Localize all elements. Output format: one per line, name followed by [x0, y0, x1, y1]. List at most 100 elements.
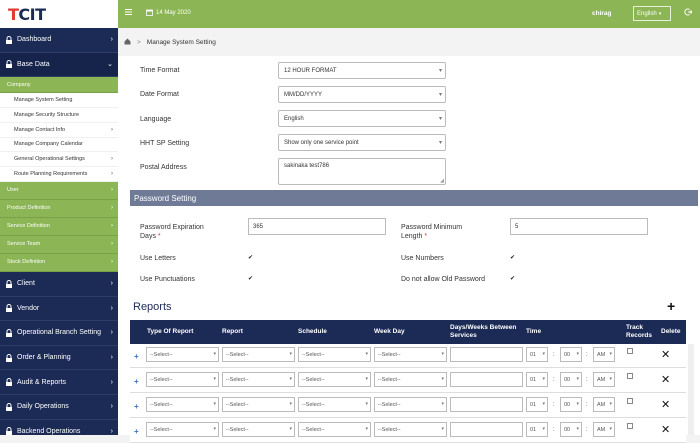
days-between-input[interactable] [450, 347, 523, 362]
sidebar-item-audit-reports[interactable]: Audit & Reports › [0, 370, 118, 395]
chevron-down-icon: ▾ [213, 376, 216, 382]
date-format-label: Date Format [140, 91, 179, 98]
sidebar-item-label: Vendor [17, 304, 40, 312]
chevron-down-icon: ▾ [542, 376, 545, 382]
sidebar-item-user[interactable]: User › [0, 181, 118, 200]
sidebar-item-label: Company [7, 81, 31, 88]
sidebar-subitem-route-planning-requirements[interactable]: Route Planning Requirements › [0, 167, 118, 182]
chevron-down-icon: ▾ [438, 116, 442, 122]
sidebar-item-base-data[interactable]: Base Data ⌄ [0, 52, 118, 78]
type-of-report-select[interactable]: --Select-- ▾ [146, 372, 219, 387]
sidebar-subitem-manage-company-calendar[interactable]: Manage Company Calendar [0, 137, 118, 153]
language-select[interactable]: English ▾ [633, 6, 671, 21]
minute-select[interactable]: 00 ▾ [560, 397, 582, 412]
days-between-input[interactable] [450, 397, 523, 412]
type-of-report-select[interactable]: --Select-- ▾ [146, 397, 219, 412]
schedule-select[interactable]: --Select-- ▾ [298, 372, 371, 387]
use-numbers-checkbox[interactable]: ✔ [510, 255, 516, 261]
delete-row-icon[interactable]: ✕ [661, 348, 670, 361]
ampm-select[interactable]: AM ▾ [593, 347, 615, 362]
ampm-value: AM [597, 426, 606, 433]
sidebar-subitem-manage-contact-info[interactable]: Manage Contact Info › [0, 122, 118, 138]
chevron-right-icon: › [110, 378, 113, 386]
language-field-select[interactable]: English ▾ [278, 110, 446, 127]
track-records-checkbox[interactable] [627, 348, 633, 354]
hht-sp-select[interactable]: Show only one service point ▾ [278, 134, 446, 151]
ampm-select[interactable]: AM ▾ [593, 397, 615, 412]
minute-select[interactable]: 00 ▾ [560, 347, 582, 362]
report-select[interactable]: --Select-- ▾ [222, 372, 295, 387]
home-icon[interactable] [124, 38, 131, 47]
resize-handle-icon[interactable]: ◢ [440, 178, 444, 184]
days-between-input[interactable] [450, 372, 523, 387]
schedule-select[interactable]: --Select-- ▾ [298, 397, 371, 412]
delete-row-icon[interactable]: ✕ [661, 373, 670, 386]
time-separator: : [586, 352, 588, 358]
time-separator: : [553, 377, 555, 383]
chevron-down-icon: ▾ [289, 426, 292, 432]
sidebar-item-dashboard[interactable]: Dashboard › [0, 28, 118, 53]
logout-icon[interactable] [684, 8, 693, 18]
ampm-value: AM [597, 376, 606, 383]
track-records-checkbox[interactable] [627, 373, 633, 379]
date-format-select[interactable]: MM/DD/YYYY ▾ [278, 86, 446, 103]
postal-address-textarea[interactable]: sakinaka test786 ◢ [278, 158, 446, 185]
time-separator: : [553, 427, 555, 433]
delete-row-icon[interactable]: ✕ [661, 423, 670, 436]
sidebar-item-client[interactable]: Client › [0, 272, 118, 297]
sidebar-item-service-definition[interactable]: Service Definition › [0, 217, 118, 236]
report-select[interactable]: --Select-- ▾ [222, 347, 295, 362]
type-of-report-select[interactable]: --Select-- ▾ [146, 347, 219, 362]
add-row-icon[interactable]: + [134, 377, 139, 386]
time-format-select[interactable]: 12 HOUR FORMAT ▾ [278, 62, 446, 79]
brand-logo[interactable]: TCIT [0, 0, 118, 28]
chevron-down-icon: ▾ [438, 92, 442, 98]
menu-toggle-icon[interactable] [125, 9, 132, 15]
sidebar-item-company[interactable]: Company [0, 77, 118, 94]
ampm-select[interactable]: AM ▾ [593, 372, 615, 387]
col-delete: Delete [661, 328, 681, 335]
no-old-password-checkbox[interactable]: ✔ [510, 276, 516, 282]
chevron-down-icon: ▾ [289, 351, 292, 357]
add-report-button[interactable]: + [667, 298, 675, 314]
chevron-down-icon: ▾ [365, 401, 368, 407]
chevron-down-icon: ▾ [213, 351, 216, 357]
sidebar-item-backend-operations[interactable]: Backend Operations › [0, 420, 118, 435]
use-letters-checkbox[interactable]: ✔ [248, 255, 254, 261]
sidebar-item-product-definition[interactable]: Product Definition › [0, 199, 118, 218]
track-records-checkbox[interactable] [627, 423, 633, 429]
minute-select[interactable]: 00 ▾ [560, 372, 582, 387]
sidebar-item-stock-definition[interactable]: Stock Definition › [0, 253, 118, 272]
password-min-length-input[interactable]: 5 [510, 218, 648, 235]
sidebar-item-daily-operations[interactable]: Daily Operations › [0, 395, 118, 420]
sidebar-item-service-team[interactable]: Service Team › [0, 235, 118, 254]
sidebar-subitem-general-operational-settings[interactable]: General Operational Settings › [0, 152, 118, 168]
track-records-checkbox[interactable] [627, 398, 633, 404]
user-name[interactable]: chirag [592, 10, 612, 17]
hour-select[interactable]: 01 ▾ [526, 347, 548, 362]
sidebar-item-order-planning[interactable]: Order & Planning › [0, 346, 118, 371]
col-report: Report [222, 328, 243, 335]
table-scrollbar[interactable] [688, 344, 694, 435]
week-day-select[interactable]: --Select-- ▾ [374, 372, 447, 387]
hour-select[interactable]: 01 ▾ [526, 397, 548, 412]
col-days-line1: Days/Weeks Between [450, 324, 517, 331]
hour-value: 01 [530, 351, 537, 358]
add-row-icon[interactable]: + [134, 352, 139, 361]
sidebar-subitem-manage-security-structure[interactable]: Manage Security Structure [0, 107, 118, 123]
use-punctuations-checkbox[interactable]: ✔ [248, 276, 254, 282]
table-row: + --Select-- ▾ --Select-- ▾ --Select-- ▾ --Sele… [130, 419, 686, 443]
delete-row-icon[interactable]: ✕ [661, 398, 670, 411]
add-row-icon[interactable]: + [134, 402, 139, 411]
week-day-select[interactable]: --Select-- ▾ [374, 347, 447, 362]
sidebar-item-operational-branch-setting[interactable]: Operational Branch Setting › [0, 321, 118, 346]
sidebar-item-vendor[interactable]: Vendor › [0, 297, 118, 322]
week-day-select[interactable]: --Select-- ▾ [374, 397, 447, 412]
chevron-down-icon: ▾ [542, 401, 545, 407]
sidebar-subitem-manage-system-setting[interactable]: Manage System Setting [0, 93, 118, 108]
report-select[interactable]: --Select-- ▾ [222, 397, 295, 412]
schedule-select[interactable]: --Select-- ▾ [298, 347, 371, 362]
password-expiration-input[interactable]: 365 [248, 218, 386, 235]
col-track-records: Track Records [626, 320, 652, 344]
hour-select[interactable]: 01 ▾ [526, 372, 548, 387]
